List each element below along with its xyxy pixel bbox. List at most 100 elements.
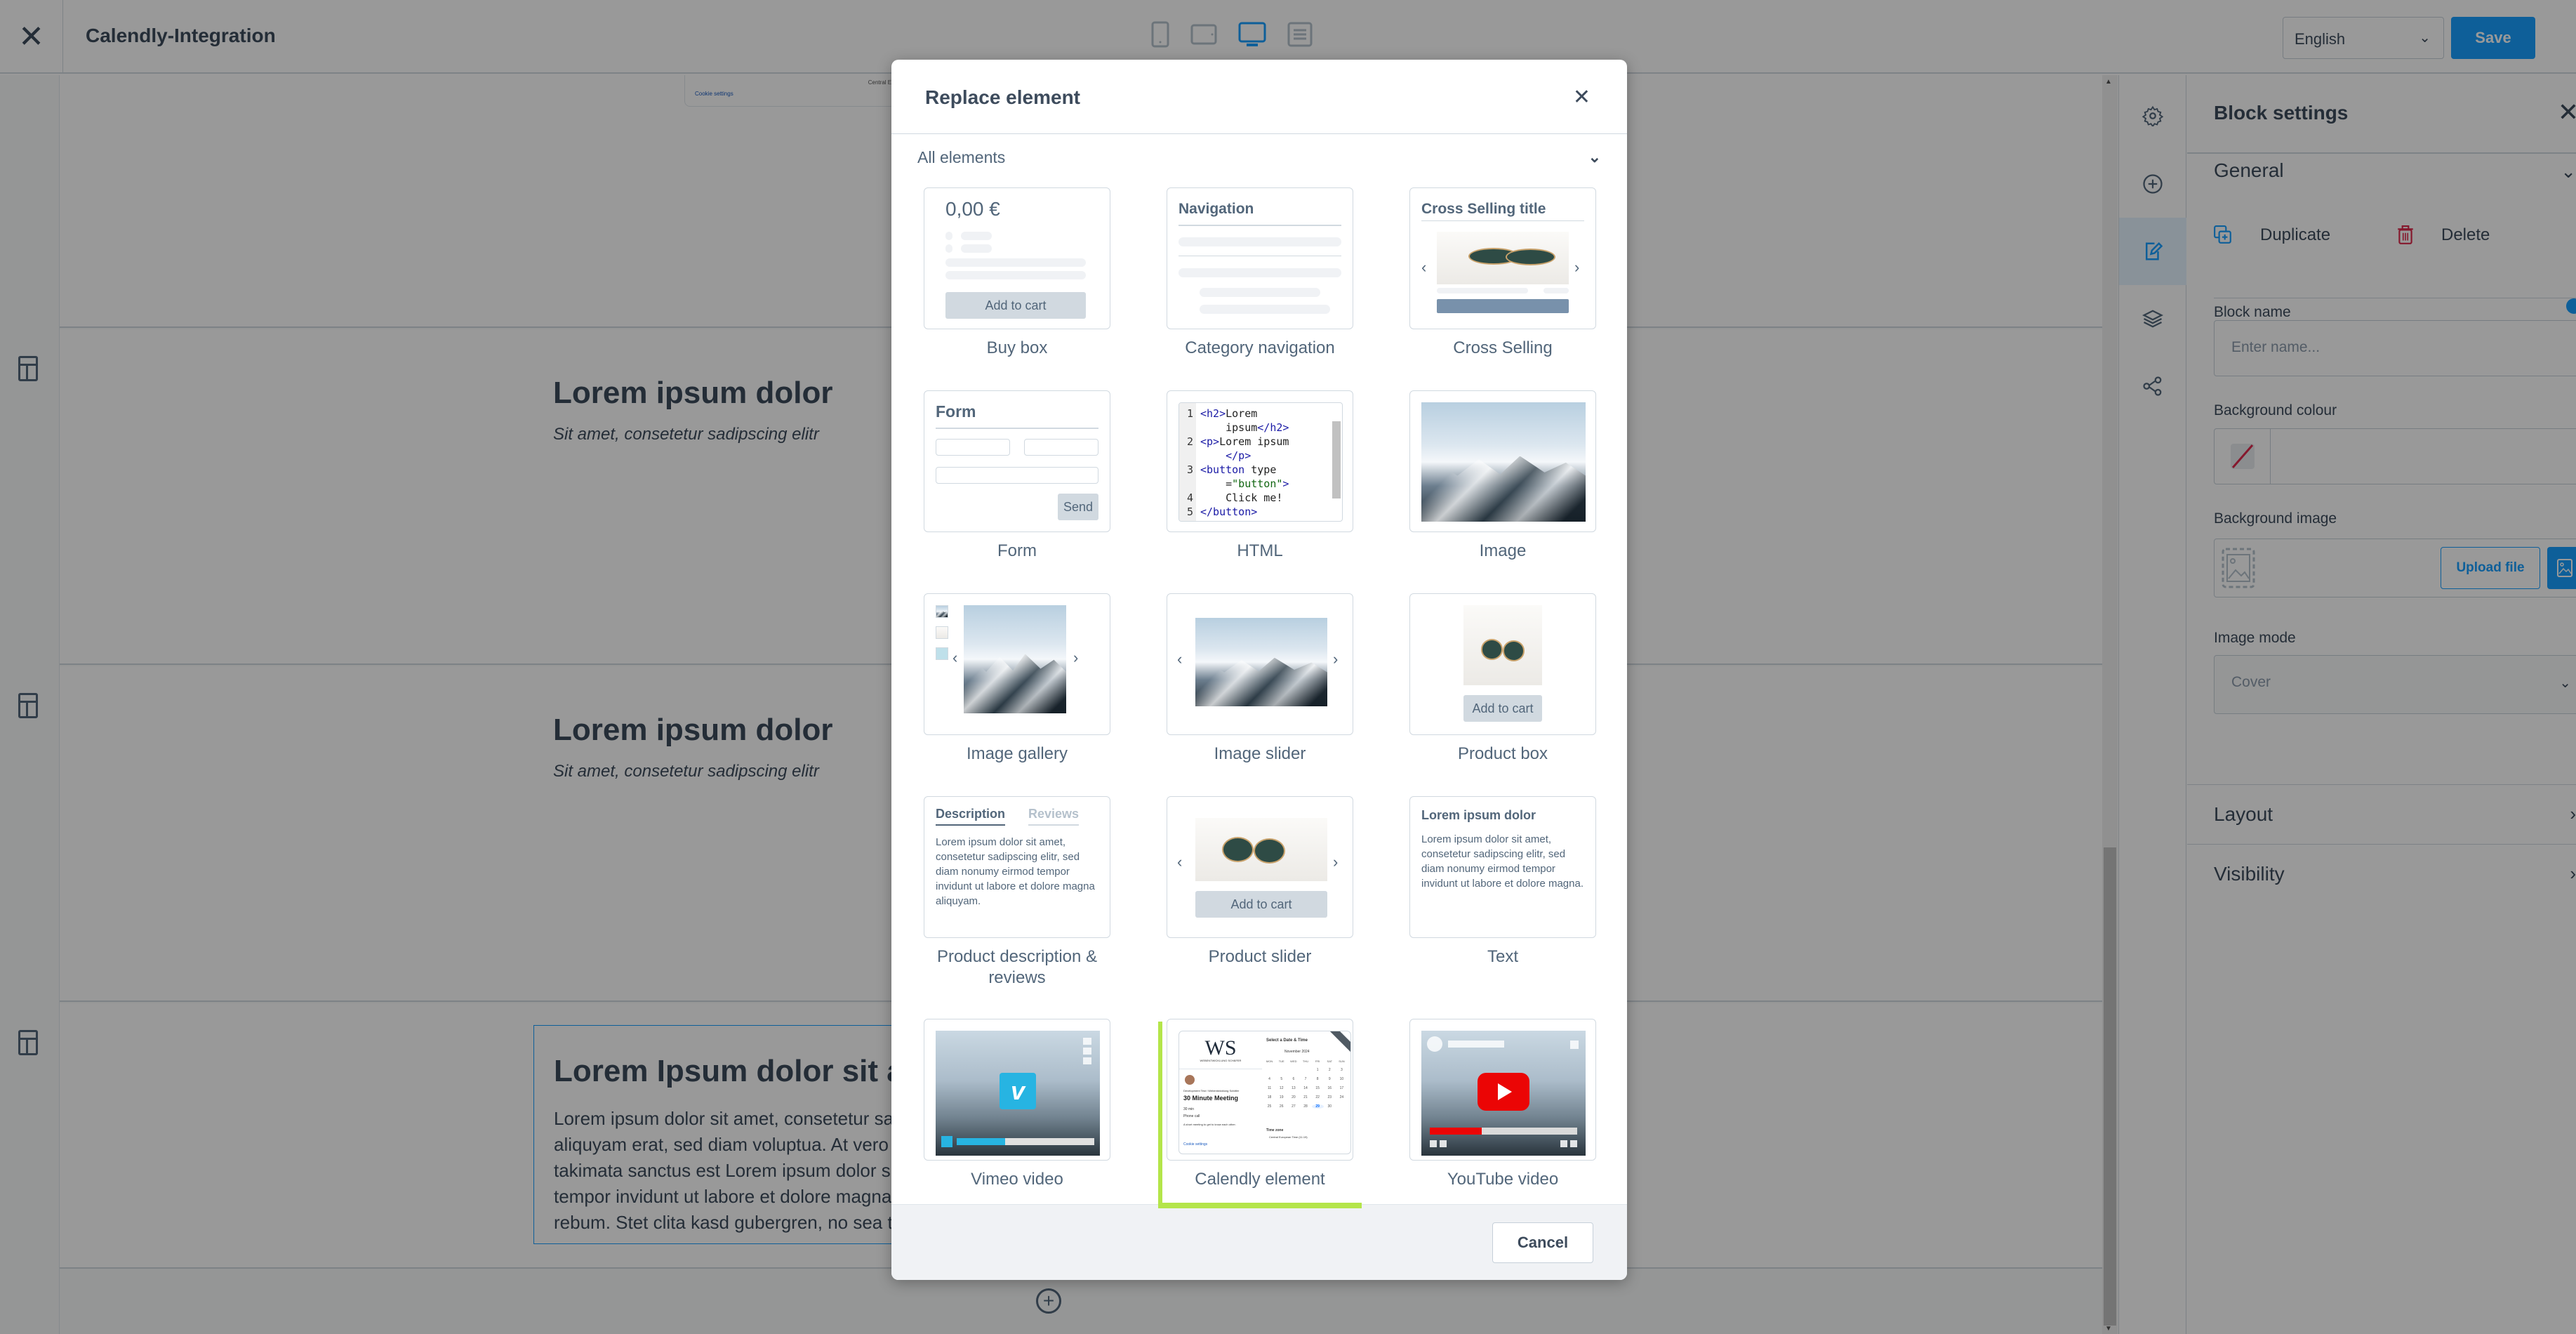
calendar-day[interactable]: 11	[1263, 1086, 1275, 1090]
product-image	[1463, 605, 1542, 685]
modal-footer: Cancel	[891, 1204, 1627, 1280]
calendar-day[interactable]: 28	[1299, 1104, 1311, 1109]
calendar-day[interactable]: 22	[1312, 1095, 1324, 1099]
calendar-day[interactable]: 29	[1311, 1104, 1324, 1109]
calendar-day[interactable]: 25	[1263, 1104, 1275, 1109]
chevron-right-icon: ›	[1073, 649, 1079, 666]
chevron-left-icon: ‹	[1177, 650, 1183, 668]
element-buy-box[interactable]: 0,00 € Add to cart Buy box	[924, 187, 1110, 359]
element-label: HTML	[1237, 541, 1283, 560]
element-preview: Add to cart	[1409, 593, 1596, 735]
gallery-thumb	[936, 647, 948, 660]
calendar-day[interactable]: 12	[1275, 1086, 1287, 1090]
code-line-number: 2	[1186, 435, 1193, 448]
element-category-filter[interactable]: All elements ⌄	[917, 148, 1601, 176]
modal-close-button[interactable]: ✕	[1573, 85, 1591, 110]
calendar-day[interactable]: 21	[1299, 1095, 1311, 1099]
preview-add-to-cart: Add to cart	[1195, 891, 1327, 918]
calendar-day[interactable]: 16	[1324, 1086, 1336, 1090]
chevron-right-icon: ›	[1333, 650, 1339, 668]
calendar-day	[1263, 1068, 1275, 1072]
preview-tab-description: Description	[936, 807, 1006, 826]
element-text[interactable]: Lorem ipsum dolor Lorem ipsum dolor sit …	[1409, 796, 1596, 968]
element-preview: Description Reviews Lorem ipsum dolor si…	[924, 796, 1110, 938]
preview-title: Lorem ipsum dolor	[1421, 808, 1536, 822]
calendar-day[interactable]: 4	[1263, 1077, 1275, 1081]
filter-label: All elements	[917, 148, 1006, 166]
element-product-description-reviews[interactable]: Description Reviews Lorem ipsum dolor si…	[924, 796, 1110, 989]
element-youtube-video[interactable]: YouTube video	[1409, 1019, 1596, 1190]
element-preview: v	[924, 1019, 1110, 1161]
element-label: Calendly element	[1195, 1170, 1325, 1189]
calendar-day[interactable]: 8	[1312, 1077, 1324, 1081]
code-line-number: 1	[1186, 407, 1193, 420]
modal-header: Replace element ✕	[891, 60, 1627, 134]
calendar-day[interactable]: 7	[1299, 1077, 1311, 1081]
calendar-weekday: WED	[1290, 1059, 1297, 1063]
preview-title: Form	[936, 402, 976, 421]
calendar-day[interactable]: 20	[1287, 1095, 1299, 1099]
calendar-day[interactable]: 23	[1324, 1095, 1336, 1099]
element-label: Image gallery	[966, 744, 1068, 763]
element-label: Product description & reviews	[936, 947, 1098, 987]
calendar-day[interactable]: 1	[1312, 1068, 1324, 1072]
element-preview: ‹ › Add to cart	[1167, 796, 1353, 938]
chevron-right-icon: ›	[1574, 258, 1580, 276]
calendar-day[interactable]: 15	[1312, 1086, 1324, 1090]
element-category-navigation[interactable]: Navigation Category navigation	[1167, 187, 1353, 359]
element-cross-selling[interactable]: Cross Selling title ‹ › Cross Selling	[1409, 187, 1596, 359]
cancel-button[interactable]: Cancel	[1492, 1222, 1593, 1263]
calendar-day[interactable]: 24	[1336, 1095, 1348, 1099]
calendar-day[interactable]: 3	[1336, 1068, 1348, 1072]
calendar-day[interactable]: 27	[1287, 1104, 1299, 1109]
element-label: Buy box	[986, 338, 1048, 357]
preview-price: 0,00 €	[945, 198, 1000, 220]
preview-input	[936, 439, 1010, 456]
element-preview: ‹ ›	[924, 593, 1110, 735]
element-image-gallery[interactable]: ‹ › Image gallery	[924, 593, 1110, 765]
element-label: Image	[1479, 541, 1527, 560]
element-vimeo-video[interactable]: v Vimeo video	[924, 1019, 1110, 1190]
calendar-day[interactable]: 17	[1336, 1086, 1348, 1090]
calendly-preview: WS WEBENTWICKLUNG SCHÄFER Development Te…	[1179, 1031, 1351, 1154]
element-product-slider[interactable]: ‹ › Add to cart Product slider	[1167, 796, 1353, 968]
element-product-box[interactable]: Add to cart Product box	[1409, 593, 1596, 765]
calendar-day[interactable]: 19	[1275, 1095, 1287, 1099]
gallery-thumb	[936, 626, 948, 639]
calendar-weekday: THU	[1302, 1059, 1309, 1063]
code-line: <button type	[1200, 463, 1277, 476]
modal-title: Replace element	[925, 86, 1080, 108]
calendar-day[interactable]: 13	[1287, 1086, 1299, 1090]
calendar-day[interactable]: 6	[1287, 1077, 1299, 1081]
calendar-day	[1287, 1068, 1299, 1072]
calendar-day[interactable]: 2	[1324, 1068, 1336, 1072]
element-image-slider[interactable]: ‹ › Image slider	[1167, 593, 1353, 765]
calendar-day[interactable]: 26	[1275, 1104, 1287, 1109]
selection-highlight	[1158, 1022, 1162, 1208]
element-preview	[1409, 1019, 1596, 1161]
calendar-day[interactable]: 14	[1299, 1086, 1311, 1090]
element-html[interactable]: 1 <h2>Lorem ipsum</h2> 2 <p>Lorem ipsum </p…	[1167, 390, 1353, 562]
element-label: Product box	[1457, 744, 1548, 763]
calendar-day[interactable]: 30	[1324, 1104, 1336, 1109]
youtube-play-icon	[1478, 1073, 1529, 1111]
calendar-day[interactable]: 9	[1324, 1077, 1336, 1081]
calendar-day	[1299, 1068, 1311, 1072]
element-calendly[interactable]: WS WEBENTWICKLUNG SCHÄFER Development Te…	[1167, 1019, 1353, 1190]
code-line-number: 3	[1186, 463, 1193, 476]
element-image[interactable]: Image	[1409, 390, 1596, 562]
calendar-day[interactable]: 5	[1275, 1077, 1287, 1081]
code-line: <p>Lorem ipsum	[1200, 435, 1289, 448]
element-preview: WS WEBENTWICKLUNG SCHÄFER Development Te…	[1167, 1019, 1353, 1161]
preview-add-to-cart: Add to cart	[1463, 695, 1542, 722]
element-preview: 0,00 € Add to cart	[924, 187, 1110, 329]
selection-highlight	[1158, 1203, 1362, 1208]
mountain-image	[1195, 618, 1327, 706]
calendar-day[interactable]: 10	[1336, 1077, 1348, 1081]
element-form[interactable]: Form Send Form	[924, 390, 1110, 562]
calendar-weekday: SUN	[1339, 1059, 1345, 1063]
video-thumbnail	[1421, 1031, 1586, 1156]
element-label: Category navigation	[1185, 338, 1335, 357]
preview-input	[1024, 439, 1098, 456]
calendar-day[interactable]: 18	[1263, 1095, 1275, 1099]
